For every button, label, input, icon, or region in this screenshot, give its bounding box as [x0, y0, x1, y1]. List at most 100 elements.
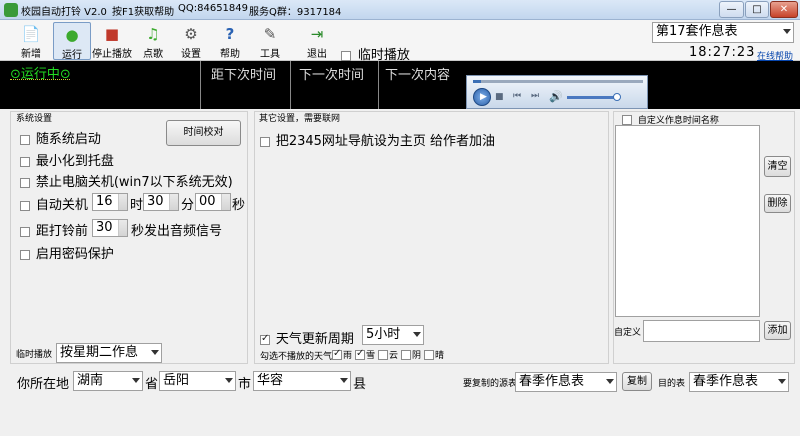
- shutdown-second-stepper[interactable]: 00: [195, 193, 231, 211]
- copy-target-label: 目的表: [658, 379, 686, 389]
- delete-button[interactable]: 删除: [764, 194, 791, 213]
- minute-unit: 分: [181, 198, 195, 213]
- location-label: 你所在地: [17, 377, 70, 392]
- next-time-cell: 下一次时间: [291, 61, 379, 109]
- city-select[interactable]: 岳阳: [159, 371, 236, 391]
- stop-play-button[interactable]: ■ 停止播放: [92, 22, 132, 60]
- volume-icon[interactable]: 🔊: [549, 90, 563, 103]
- auto-start-option[interactable]: 随系统启动: [20, 128, 101, 147]
- weather-snow-option[interactable]: 雪: [355, 347, 375, 361]
- settings-icon: ⚙: [184, 25, 198, 43]
- weather-rain-checkbox[interactable]: [332, 348, 342, 360]
- status-bar: ⊙运行中⊙ 距下次时间 下一次时间 下一次内容: [0, 61, 800, 109]
- before-bell-checkbox[interactable]: [20, 226, 30, 237]
- temp-play-select[interactable]: 按星期二作息: [56, 343, 162, 363]
- weather-update-checkbox[interactable]: [260, 333, 270, 345]
- copy-target-select[interactable]: 春季作息表: [689, 372, 789, 392]
- stop-icon: ■: [104, 25, 120, 43]
- before-bell-option[interactable]: 距打铃前: [20, 220, 88, 239]
- exit-button[interactable]: ⇥ 退出: [298, 22, 336, 60]
- homepage-checkbox[interactable]: [260, 136, 270, 147]
- weather-cloud-checkbox[interactable]: [378, 349, 388, 360]
- auto-shutdown-option[interactable]: 自动关机: [20, 194, 88, 213]
- before-bell-suffix: 秒发出音频信号: [131, 224, 223, 239]
- chevron-down-icon: [132, 378, 140, 383]
- skip-weather-label: 勾选不播放的天气: [260, 352, 333, 362]
- new-doc-icon: 📄: [21, 25, 41, 43]
- custom-name-input[interactable]: [643, 320, 760, 342]
- county-select[interactable]: 华容: [253, 371, 351, 391]
- add-button[interactable]: 添加: [764, 321, 791, 340]
- previous-icon[interactable]: ⏮: [513, 91, 521, 101]
- volume-thumb[interactable]: [613, 93, 621, 101]
- county-unit: 县: [353, 377, 367, 392]
- homepage-option[interactable]: 把2345网址导航设为主页 给作者加油: [260, 130, 495, 149]
- weather-overcast-option[interactable]: 阴: [401, 347, 421, 361]
- run-state-cell: ⊙运行中⊙: [0, 61, 201, 109]
- minimize-tray-option[interactable]: 最小化到托盘: [20, 150, 114, 169]
- weather-period-select[interactable]: 5小时: [362, 325, 424, 345]
- weather-update-option[interactable]: 天气更新周期: [260, 328, 354, 347]
- seek-bar[interactable]: [473, 80, 643, 83]
- volume-slider[interactable]: [567, 93, 621, 101]
- new-button[interactable]: 📄 新增: [12, 22, 50, 60]
- password-option[interactable]: 启用密码保护: [20, 243, 114, 262]
- temp-play-checkbox[interactable]: [341, 50, 351, 61]
- weather-overcast-checkbox[interactable]: [401, 349, 411, 360]
- minimize-tray-checkbox[interactable]: [20, 156, 30, 167]
- stop-media-icon[interactable]: ■: [495, 92, 504, 102]
- tools-button[interactable]: ✎ 工具: [251, 22, 289, 60]
- weather-snow-checkbox[interactable]: [355, 348, 365, 360]
- run-icon: ●: [65, 26, 79, 44]
- settings-button[interactable]: ⚙ 设置: [172, 22, 210, 60]
- help-button[interactable]: ? 帮助: [211, 22, 249, 60]
- system-settings-title: 系统设置: [16, 114, 53, 124]
- chevron-down-icon: [783, 29, 791, 34]
- before-bell-stepper[interactable]: 30: [92, 219, 128, 237]
- song-request-button[interactable]: ♫ 点歌: [134, 22, 172, 60]
- province-select[interactable]: 湖南: [73, 371, 143, 391]
- clock-display: 18:27:23: [689, 45, 756, 60]
- custom-schedule-option[interactable]: 自定义作息时间名称: [622, 112, 719, 126]
- weather-rain-option[interactable]: 雨: [332, 347, 352, 361]
- copy-source-select[interactable]: 春季作息表: [515, 372, 617, 392]
- clear-button[interactable]: 清空: [764, 156, 791, 177]
- auto-start-checkbox[interactable]: [20, 134, 30, 145]
- minimize-button[interactable]: —: [719, 1, 744, 18]
- close-button[interactable]: ✕: [770, 1, 798, 18]
- province-unit: 省: [145, 377, 159, 392]
- custom-schedule-checkbox[interactable]: [622, 114, 632, 125]
- custom-schedule-list[interactable]: [615, 125, 760, 317]
- play-button[interactable]: ▶: [473, 88, 491, 106]
- chevron-down-icon: [340, 378, 348, 383]
- copy-button[interactable]: 复制: [622, 372, 652, 391]
- run-button[interactable]: ● 运行: [53, 22, 91, 61]
- time-calibrate-button[interactable]: 时间校对: [166, 120, 241, 146]
- shutdown-hour-stepper[interactable]: 16: [92, 193, 128, 211]
- app-title: 校园自动打铃 V2.0: [21, 7, 107, 18]
- shutdown-minute-stepper[interactable]: 30: [143, 193, 179, 211]
- maximize-button[interactable]: □: [745, 1, 769, 18]
- auto-shutdown-checkbox[interactable]: [20, 200, 30, 211]
- time-until-cell: 距下次时间: [201, 61, 291, 109]
- chevron-down-icon: [778, 379, 786, 384]
- copy-source-label: 要复制的源表: [463, 379, 518, 389]
- hour-unit: 时: [130, 198, 144, 213]
- password-checkbox[interactable]: [20, 249, 30, 260]
- schedule-select[interactable]: 第17套作息表: [652, 22, 794, 43]
- service-group: 服务Q群：9317184: [249, 7, 342, 18]
- weather-sunny-checkbox[interactable]: [424, 349, 434, 360]
- second-unit: 秒: [232, 198, 246, 213]
- disable-shutdown-option[interactable]: 禁止电脑关机(win7以下系统无效): [20, 171, 233, 190]
- weather-cloud-option[interactable]: 云: [378, 347, 398, 361]
- exit-icon: ⇥: [310, 25, 324, 43]
- weather-sunny-option[interactable]: 晴: [424, 347, 444, 361]
- help-hint: 按F1获取帮助: [112, 7, 175, 18]
- title-bar: 校园自动打铃 V2.0 按F1获取帮助 QQ:84651849 服务Q群：931…: [0, 0, 800, 20]
- city-unit: 市: [238, 377, 252, 392]
- task-ticker: [10, 79, 70, 82]
- other-settings-title: 其它设置，需要联网: [259, 114, 341, 124]
- chevron-down-icon: [413, 332, 421, 337]
- next-icon[interactable]: ⏭: [531, 91, 539, 101]
- disable-shutdown-checkbox[interactable]: [20, 177, 30, 188]
